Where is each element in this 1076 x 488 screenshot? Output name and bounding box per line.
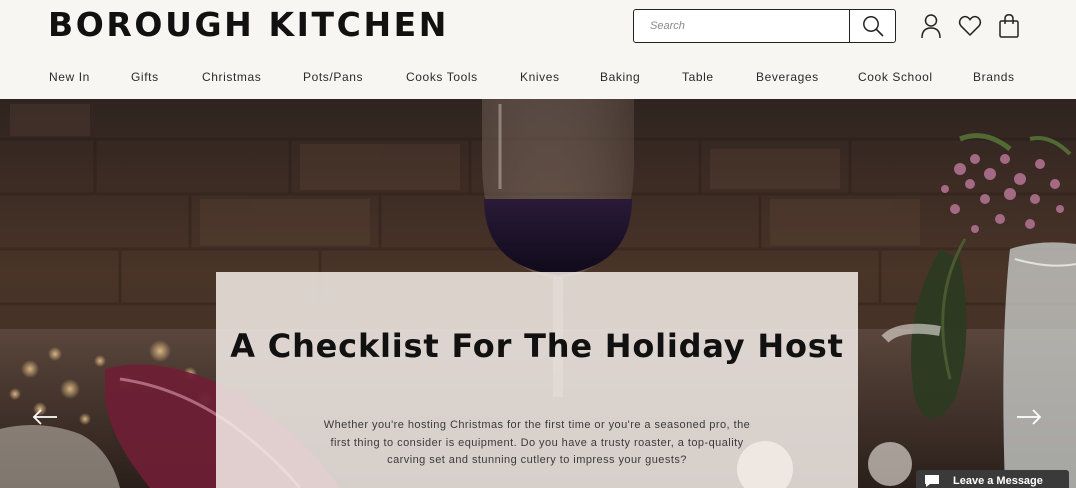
nav-item-table[interactable]: Table <box>682 68 714 86</box>
nav-item-new-in[interactable]: New In <box>49 68 90 86</box>
search-button[interactable] <box>849 10 895 42</box>
page: BOROUGH KITCHEN Search New In Gifts Chri… <box>0 0 1076 488</box>
hero-description: Whether you're hosting Christmas for the… <box>323 419 751 466</box>
nav-item-cook-school[interactable]: Cook School <box>858 68 933 86</box>
shopping-bag-icon <box>999 14 1019 38</box>
hero-title[interactable]: A Checklist For The Holiday Host <box>216 326 858 367</box>
logo[interactable]: BOROUGH KITCHEN <box>48 6 449 44</box>
search-bar <box>633 9 896 43</box>
chat-bubble-icon <box>925 475 939 487</box>
nav-item-gifts[interactable]: Gifts <box>131 68 159 86</box>
nav-item-pots-pans[interactable]: Pots/Pans <box>303 68 363 86</box>
account-button[interactable] <box>918 13 944 39</box>
leave-message-button[interactable]: Leave a Message <box>916 470 1069 488</box>
wishlist-button[interactable] <box>957 13 983 39</box>
hero-carousel: A Checklist For The Holiday Host Whether… <box>0 99 1076 488</box>
arrow-right-icon <box>1017 409 1042 425</box>
nav-item-christmas[interactable]: Christmas <box>202 68 261 86</box>
nav-item-brands[interactable]: Brands <box>973 68 1015 86</box>
cart-button[interactable] <box>996 13 1022 39</box>
main-nav: New In Gifts Christmas Pots/Pans Cooks T… <box>0 68 1076 88</box>
chat-icon-wrap <box>916 470 948 488</box>
nav-item-baking[interactable]: Baking <box>600 68 640 86</box>
search-input[interactable] <box>634 10 849 42</box>
nav-item-knives[interactable]: Knives <box>520 68 560 86</box>
hero-card: A Checklist For The Holiday Host Whether… <box>216 272 858 488</box>
site-header: BOROUGH KITCHEN Search New In Gifts Chri… <box>0 0 1076 99</box>
nav-item-cooks-tools[interactable]: Cooks Tools <box>406 68 478 86</box>
account-icon <box>921 14 941 39</box>
carousel-prev-button[interactable] <box>30 405 60 429</box>
carousel-next-button[interactable] <box>1014 405 1044 429</box>
nav-item-beverages[interactable]: Beverages <box>756 68 819 86</box>
arrow-left-icon <box>32 409 57 425</box>
search-icon <box>862 16 883 37</box>
wishlist-heart-icon <box>958 15 982 36</box>
chat-label: Leave a Message <box>953 475 1043 487</box>
